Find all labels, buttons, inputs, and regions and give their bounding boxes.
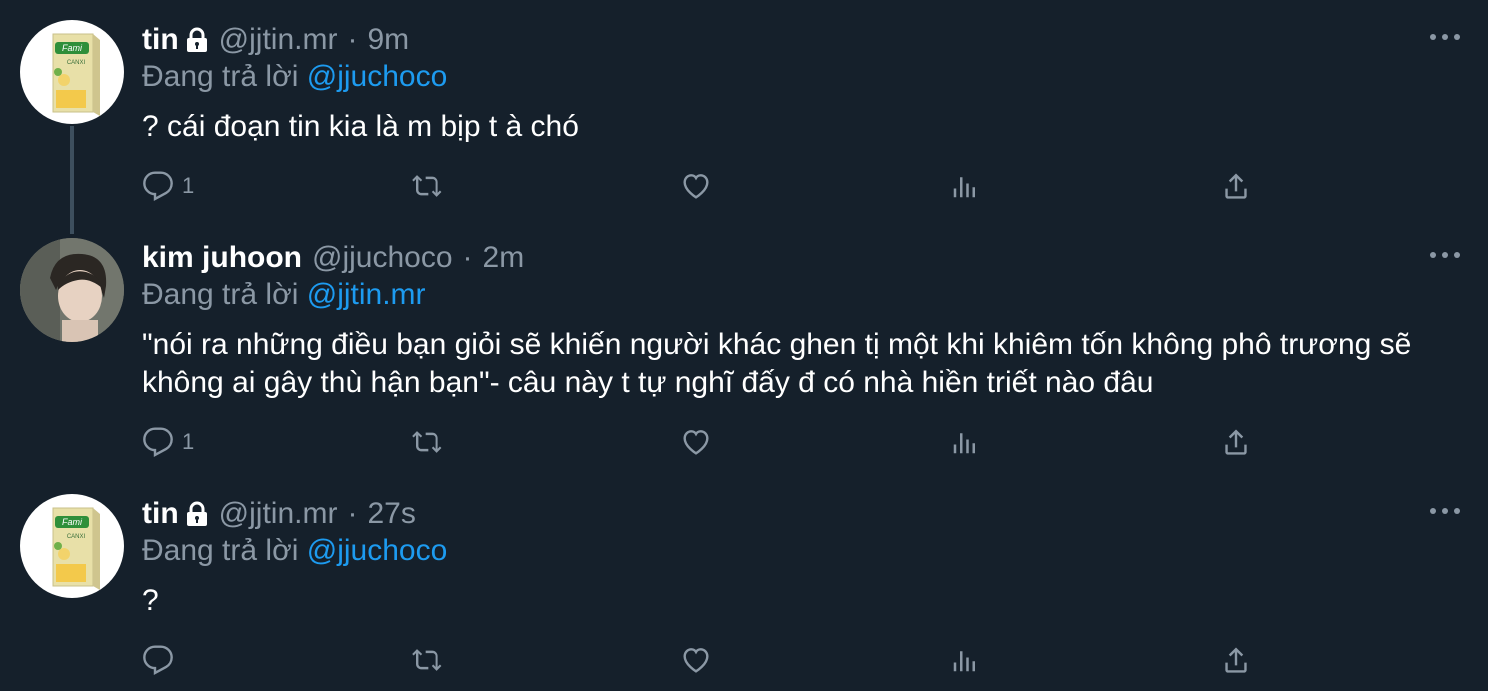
svg-text:CANXI: CANXI: [67, 534, 86, 540]
share-button[interactable]: [1220, 642, 1252, 678]
reply-count: 1: [182, 173, 195, 198]
heart-icon: [683, 174, 709, 199]
tweet[interactable]: Fami CANXI tin @jjtin.mr · 9m Đang trả l…: [0, 20, 1488, 220]
lock-icon: [185, 27, 209, 53]
replying-to: Đang trả lời @jjtin.mr: [142, 278, 426, 312]
display-name[interactable]: tin: [142, 497, 179, 531]
tweet-text: ? cái đoạn tin kia là m bịp t à chó: [142, 110, 579, 143]
svg-text:CANXI: CANXI: [67, 60, 86, 66]
heart-icon: [683, 430, 709, 455]
analytics-button[interactable]: [950, 168, 980, 204]
username[interactable]: @jjtin.mr: [219, 497, 338, 531]
tweet-header: tin @jjtin.mr · 9m: [142, 20, 409, 60]
lock-icon: [185, 501, 209, 527]
more-options-icon[interactable]: [1430, 32, 1460, 42]
tweet-header: tin @jjtin.mr · 27s: [142, 494, 416, 534]
share-icon: [1225, 647, 1247, 673]
avatar[interactable]: Fami CANXI: [20, 20, 124, 124]
replying-to: Đang trả lời @jjuchoco: [142, 60, 447, 94]
share-icon: [1225, 429, 1247, 455]
fami-milk-carton-icon: Fami CANXI: [52, 507, 100, 590]
separator-dot: ·: [347, 23, 358, 56]
reply-mention-link[interactable]: @jjtin.mr: [307, 278, 426, 311]
username[interactable]: @jjuchoco: [312, 241, 453, 275]
share-button[interactable]: [1220, 168, 1252, 204]
analytics-icon: [953, 433, 975, 454]
timestamp[interactable]: 9m: [367, 23, 409, 57]
tweet[interactable]: Fami CANXI tin @jjtin.mr · 27s Đang trả …: [0, 494, 1488, 684]
reply-button[interactable]: 1: [142, 424, 194, 460]
reply-mention-link[interactable]: @jjuchoco: [307, 60, 448, 93]
separator-dot: ·: [347, 497, 358, 530]
analytics-button[interactable]: [950, 424, 980, 460]
retweet-icon: [412, 431, 442, 453]
analytics-icon: [953, 177, 975, 198]
retweet-icon: [412, 175, 442, 197]
more-options-icon[interactable]: [1430, 250, 1460, 260]
heart-icon: [683, 648, 709, 673]
retweet-button[interactable]: [410, 168, 444, 204]
svg-text:Fami: Fami: [62, 517, 83, 527]
person-photo-icon: [20, 238, 124, 342]
reply-count: 1: [182, 429, 195, 454]
share-icon: [1225, 173, 1247, 199]
like-button[interactable]: [680, 424, 712, 460]
fami-milk-carton-icon: Fami CANXI: [52, 33, 100, 116]
reply-icon: [143, 645, 173, 675]
tweet-header: kim juhoon @jjuchoco · 2m: [142, 238, 524, 278]
retweet-button[interactable]: [410, 424, 444, 460]
retweet-icon: [412, 649, 442, 671]
timestamp[interactable]: 27s: [367, 497, 415, 531]
username[interactable]: @jjtin.mr: [219, 23, 338, 57]
tweet-text: ?: [142, 584, 159, 617]
reply-icon: [143, 427, 173, 457]
separator-dot: ·: [462, 241, 473, 274]
reply-mention-link[interactable]: @jjuchoco: [307, 534, 448, 567]
tweet-actions: 1: [142, 168, 1252, 204]
replying-to-label: Đang trả lời: [142, 534, 299, 567]
replying-to: Đang trả lời @jjuchoco: [142, 534, 447, 568]
replying-to-label: Đang trả lời: [142, 278, 299, 311]
share-button[interactable]: [1220, 424, 1252, 460]
analytics-button[interactable]: [950, 642, 980, 678]
like-button[interactable]: [680, 168, 712, 204]
replying-to-label: Đang trả lời: [142, 60, 299, 93]
display-name[interactable]: tin: [142, 23, 179, 57]
tweet-text: "nói ra những điều bạn giỏi sẽ khiến ngư…: [142, 328, 1412, 399]
tweet-actions: [142, 642, 1252, 678]
timestamp[interactable]: 2m: [483, 241, 525, 275]
display-name[interactable]: kim juhoon: [142, 241, 302, 275]
tweet[interactable]: kim juhoon @jjuchoco · 2m Đang trả lời @…: [0, 238, 1488, 468]
analytics-icon: [953, 651, 975, 672]
svg-text:Fami: Fami: [62, 43, 83, 53]
more-options-icon[interactable]: [1430, 506, 1460, 516]
retweet-button[interactable]: [410, 642, 444, 678]
reply-button[interactable]: [142, 642, 182, 678]
like-button[interactable]: [680, 642, 712, 678]
avatar[interactable]: Fami CANXI: [20, 494, 124, 598]
avatar[interactable]: [20, 238, 124, 342]
reply-icon: [143, 171, 173, 201]
tweet-actions: 1: [142, 424, 1252, 460]
reply-button[interactable]: 1: [142, 168, 194, 204]
